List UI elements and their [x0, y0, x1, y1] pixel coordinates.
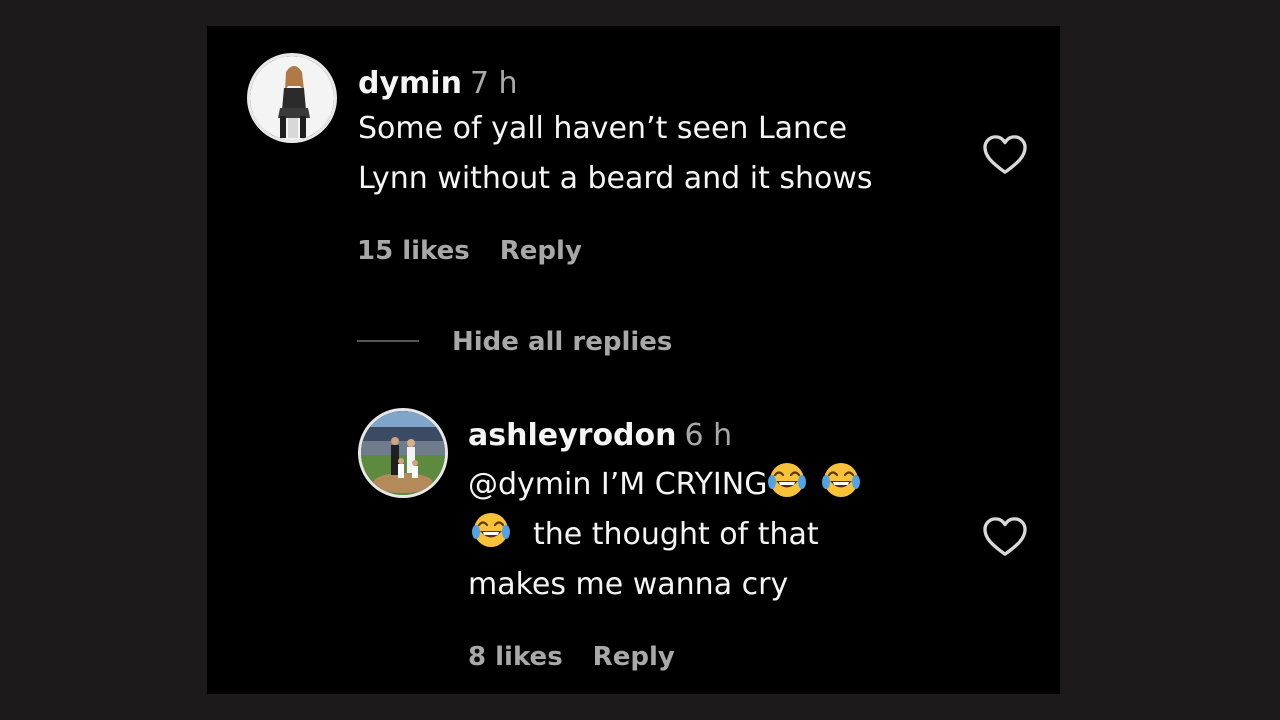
reply-text-line-3: makes me wanna cry — [468, 567, 789, 602]
comment-likes[interactable]: 15 likes — [357, 236, 470, 266]
avatar-ashleyrodon-image — [361, 411, 445, 495]
reply-text-line-2-text: the thought of that — [533, 517, 819, 552]
comments-panel: dymin 7 h Some of yall haven’t seen Lance… — [207, 26, 1060, 694]
comment-time: 7 h — [469, 66, 518, 101]
reply-text-line-1-text: @dymin I’M CRYING — [468, 467, 768, 502]
tears-of-joy-emoji-icon — [471, 510, 511, 550]
avatar-dymin[interactable] — [247, 53, 337, 143]
comment-text-line-1: Some of yall haven’t seen Lance — [358, 111, 848, 146]
like-reply-heart-icon[interactable] — [982, 516, 1028, 558]
reply-likes[interactable]: 8 likes — [468, 642, 563, 672]
comment-header: dymin 7 h — [358, 64, 518, 108]
reply-meta: 8 likes Reply — [468, 639, 675, 675]
comment-text-line-2: Lynn without a beard and it shows — [358, 161, 873, 196]
reply-text-line-2: the thought of that — [471, 510, 819, 560]
comment-username[interactable]: dymin — [358, 66, 462, 101]
replies-divider — [357, 340, 419, 342]
comment-reply-button[interactable]: Reply — [500, 236, 582, 266]
reply-reply-button[interactable]: Reply — [593, 642, 675, 672]
reply-header: ashleyrodon 6 h — [468, 416, 732, 460]
tears-of-joy-emoji-icon — [821, 460, 861, 500]
comment-meta: 15 likes Reply — [357, 233, 582, 269]
reply-time: 6 h — [684, 418, 733, 453]
reply-username[interactable]: ashleyrodon — [468, 418, 677, 453]
hide-replies-button[interactable]: Hide all replies — [452, 324, 672, 360]
tears-of-joy-emoji-icon — [767, 460, 807, 500]
avatar-dymin-image — [250, 56, 334, 140]
like-comment-heart-icon[interactable] — [982, 134, 1028, 176]
reply-text-line-1: @dymin I’M CRYING — [468, 460, 861, 510]
avatar-ashleyrodon[interactable] — [358, 408, 448, 498]
